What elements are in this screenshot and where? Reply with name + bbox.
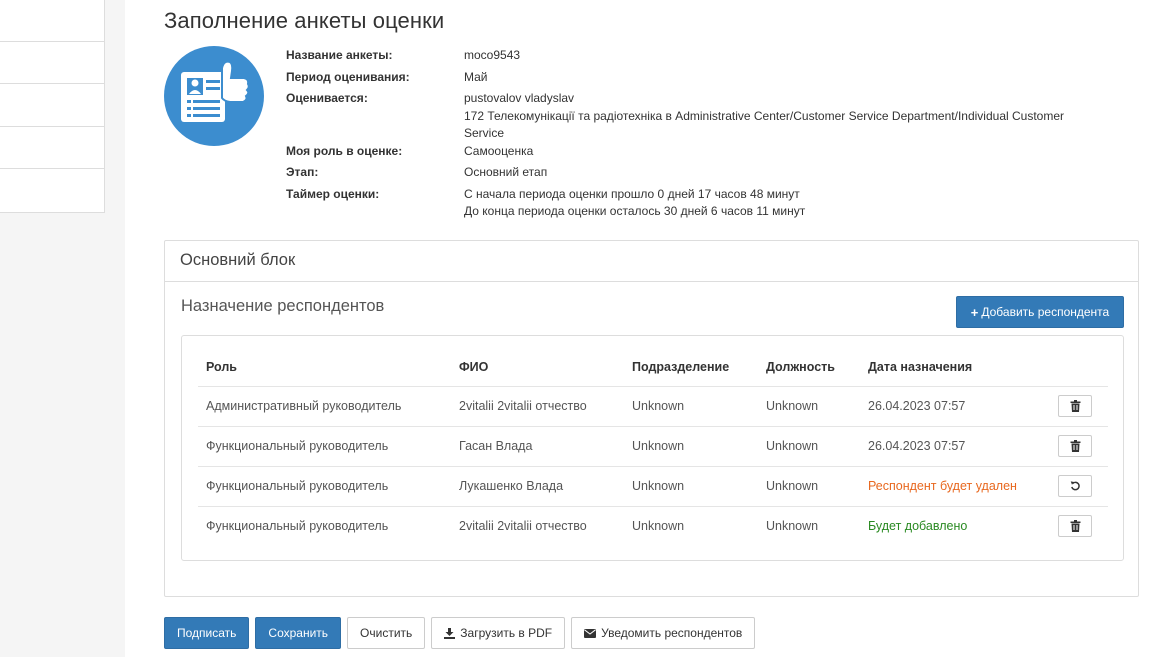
undo-icon bbox=[1070, 481, 1080, 491]
column-header-actions bbox=[1050, 348, 1108, 387]
respondents-table-container: Роль ФИО Подразделение Должность Дата на… bbox=[181, 335, 1124, 561]
sidebar-item[interactable] bbox=[0, 42, 104, 84]
column-header-department: Подразделение bbox=[624, 348, 758, 387]
info-row-stage: Этап: Основний етап bbox=[286, 165, 548, 179]
panel-heading: Основний блок bbox=[165, 241, 1138, 282]
add-respondent-button[interactable]: + Добавить респондента bbox=[956, 296, 1124, 328]
table-row: Функциональный руководитель 2vitalii 2vi… bbox=[198, 506, 1108, 546]
info-row-period: Период оценивания: Май bbox=[286, 69, 488, 84]
action-toolbar: Подписать Сохранить Очистить Загрузить в… bbox=[164, 617, 756, 649]
table-row: Административный руководитель 2vitalii 2… bbox=[198, 386, 1108, 427]
respondents-table: Роль ФИО Подразделение Должность Дата на… bbox=[198, 348, 1108, 546]
delete-respondent-button[interactable] bbox=[1058, 395, 1092, 417]
table-header-row: Роль ФИО Подразделение Должность Дата на… bbox=[198, 348, 1108, 387]
column-header-fio: ФИО bbox=[451, 348, 624, 387]
sidebar-item[interactable] bbox=[0, 84, 104, 127]
delete-icon bbox=[1070, 440, 1080, 452]
plus-icon: + bbox=[970, 304, 979, 320]
info-row-evaluated: Оценивается: pustovalov vladyslav 172 Те… bbox=[286, 91, 1064, 140]
sign-button[interactable]: Подписать bbox=[164, 617, 250, 649]
evaluation-logo-icon bbox=[164, 46, 264, 146]
delete-icon bbox=[1070, 400, 1080, 412]
column-header-position: Должность bbox=[758, 348, 860, 387]
respondents-section-title: Назначение респондентов bbox=[181, 297, 385, 315]
evaluation-info: Название анкеты: moco9543 Период оценива… bbox=[286, 47, 1084, 225]
table-row: Функциональный руководитель Гасан Влада … bbox=[198, 426, 1108, 467]
page-title: Заполнение анкеты оценки bbox=[164, 8, 445, 33]
main-block-panel: Основний блок Назначение респондентов + … bbox=[164, 240, 1139, 597]
sidebar-item[interactable] bbox=[0, 169, 104, 212]
table-row: Функциональный руководитель Лукашенко Вл… bbox=[198, 466, 1108, 507]
info-row-timer: Таймер оценки: С начала периода оценки п… bbox=[286, 186, 806, 219]
save-button[interactable]: Сохранить bbox=[255, 617, 342, 649]
clear-button[interactable]: Очистить bbox=[347, 617, 426, 649]
notify-respondents-button[interactable]: Уведомить респондентов bbox=[571, 617, 756, 649]
delete-icon bbox=[1070, 520, 1080, 533]
envelope-icon bbox=[584, 628, 597, 638]
download-icon bbox=[444, 627, 456, 639]
sidebar-item[interactable] bbox=[0, 0, 104, 42]
column-header-date: Дата назначения bbox=[860, 348, 1050, 387]
info-row-role: Моя роль в оценке: Самооценка bbox=[286, 143, 534, 158]
sidebar-list bbox=[0, 0, 105, 213]
delete-respondent-button[interactable] bbox=[1058, 435, 1092, 457]
status-will-be-added: Будет добавлено bbox=[868, 519, 968, 534]
download-pdf-button[interactable]: Загрузить в PDF bbox=[431, 617, 566, 649]
status-will-be-removed: Респондент будет удален bbox=[860, 466, 1050, 507]
column-header-role: Роль bbox=[198, 348, 451, 387]
delete-respondent-button[interactable] bbox=[1058, 515, 1092, 538]
sidebar-item[interactable] bbox=[0, 127, 104, 169]
restore-respondent-button[interactable] bbox=[1058, 475, 1092, 497]
info-row-questionnaire: Название анкеты: moco9543 bbox=[286, 48, 521, 62]
